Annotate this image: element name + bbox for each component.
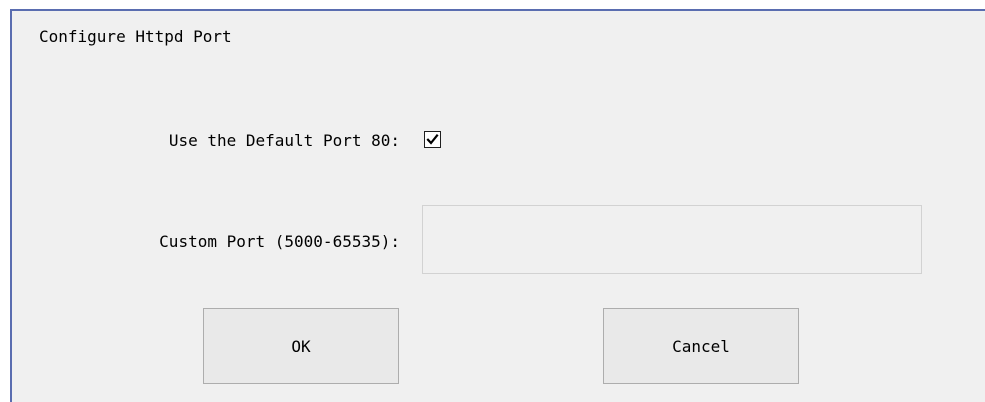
configure-httpd-port-dialog: Configure Httpd Port Use the Default Por… (10, 9, 985, 402)
dialog-title: Configure Httpd Port (39, 27, 232, 46)
custom-port-input[interactable] (422, 205, 922, 274)
check-icon (426, 133, 439, 145)
custom-port-label: Custom Port (5000-65535): (159, 232, 400, 251)
default-port-label: Use the Default Port 80: (168, 131, 400, 150)
ok-button[interactable]: OK (203, 308, 399, 384)
default-port-checkbox[interactable] (424, 131, 441, 148)
cancel-button[interactable]: Cancel (603, 308, 799, 384)
